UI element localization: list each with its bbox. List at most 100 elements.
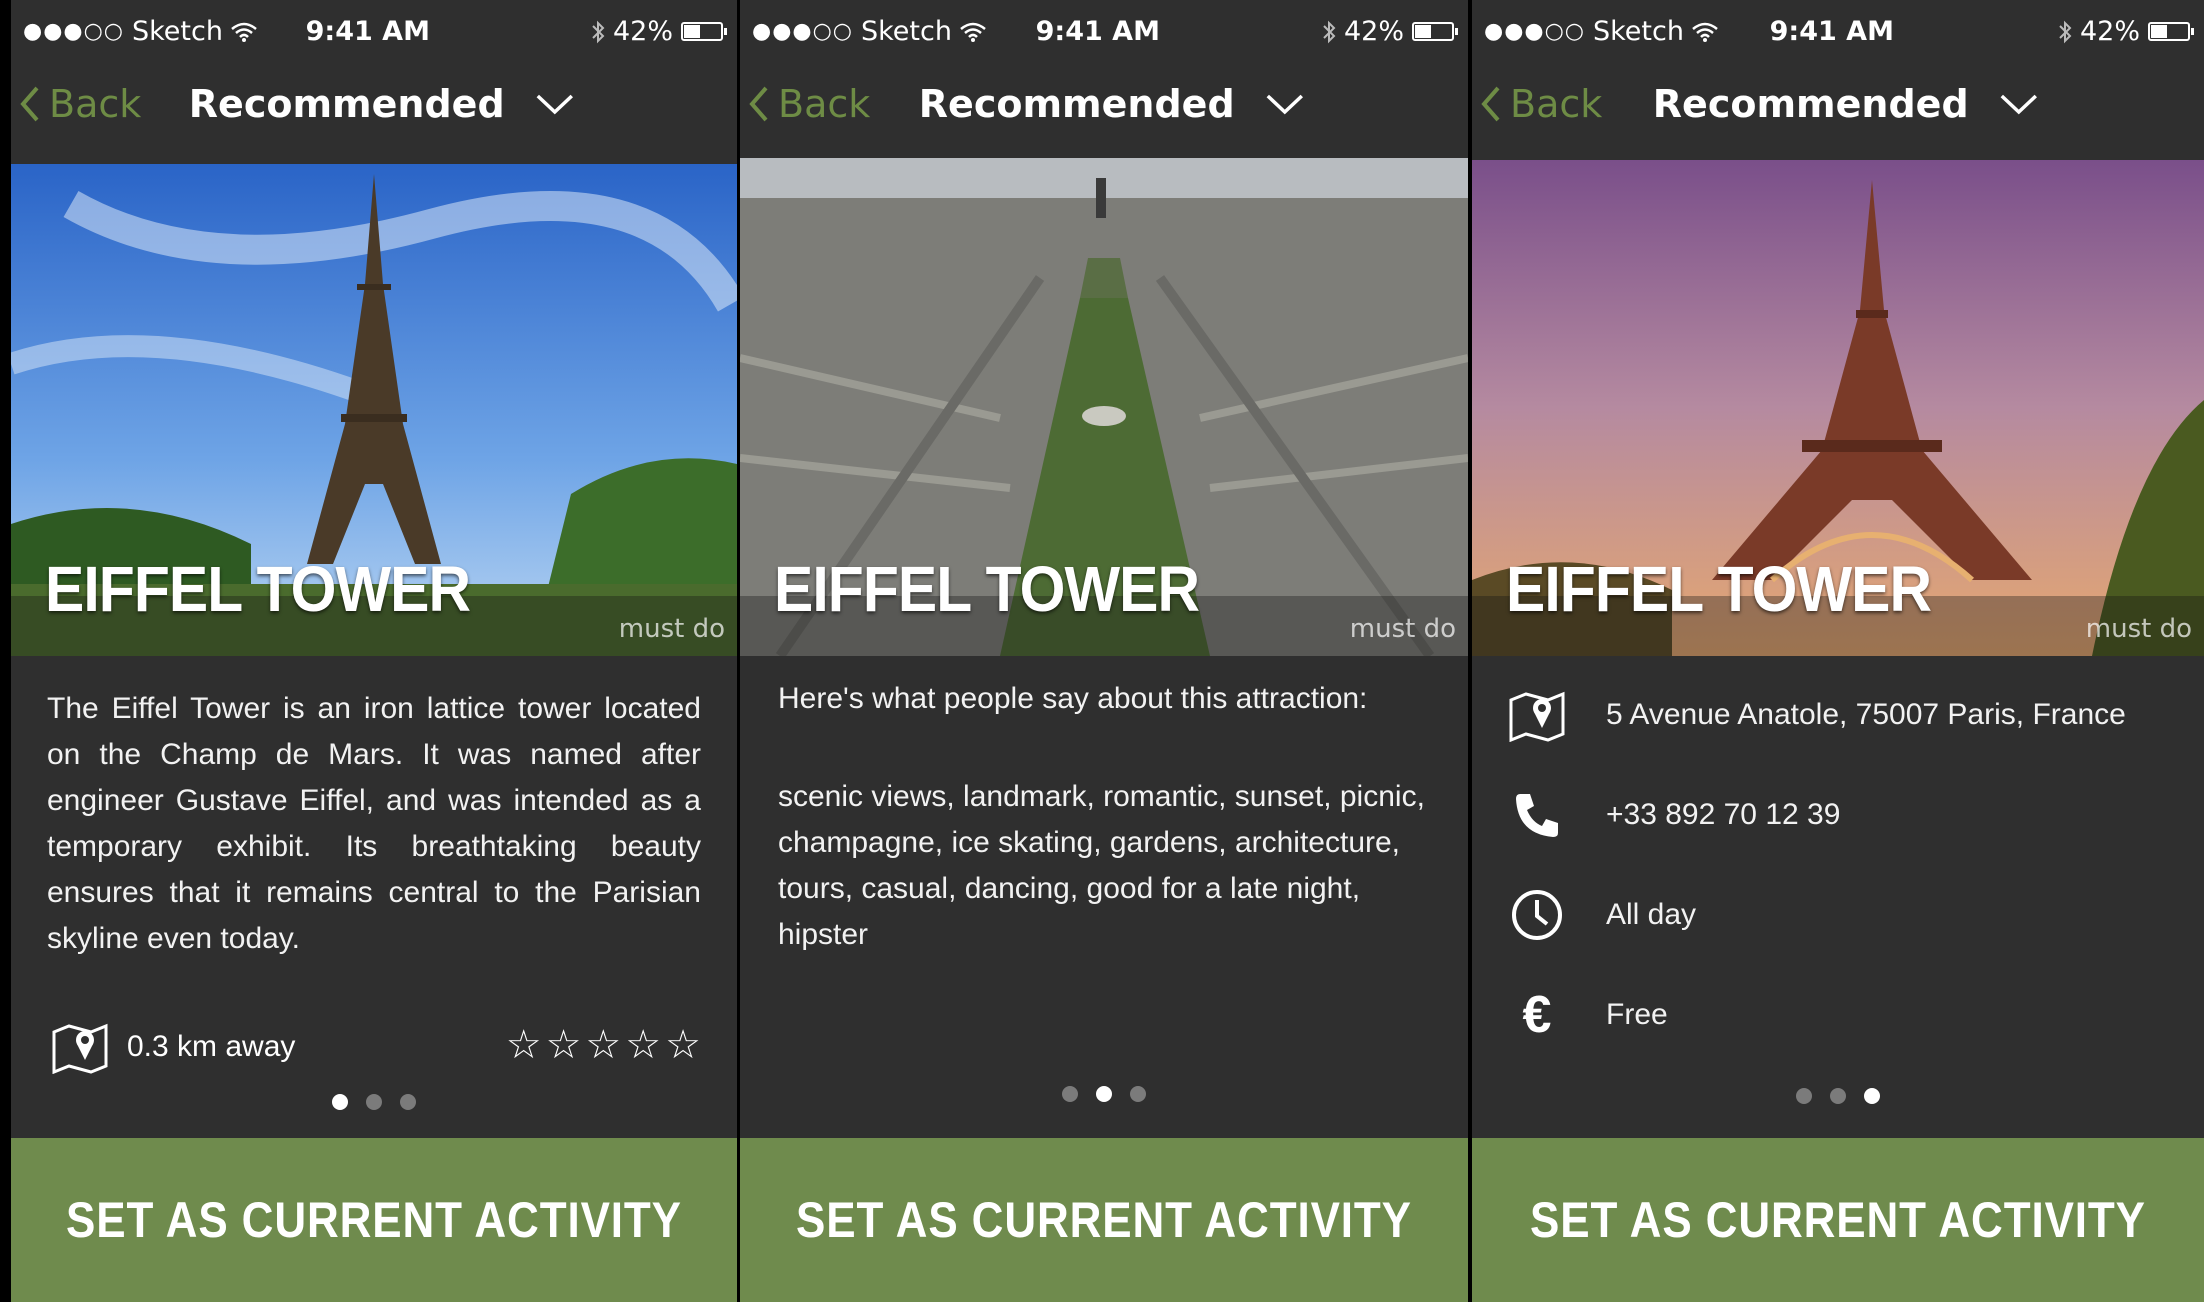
chevron-down-icon (536, 94, 573, 115)
nav-title: Recommended (1652, 82, 1969, 126)
battery-percent: 42% (1343, 16, 1404, 47)
phone-row[interactable]: +33 892 70 12 39 (1508, 786, 1840, 844)
page-dot-1[interactable] (1796, 1088, 1812, 1104)
page-dot-2[interactable] (1830, 1088, 1846, 1104)
battery-percent: 42% (612, 16, 673, 47)
battery-percent: 42% (2079, 16, 2140, 47)
carrier-label: Sketch (131, 16, 223, 47)
hero-image: EIFFEL TOWER must do (1472, 160, 2204, 656)
signal-dots: ●●●○○ (1484, 19, 1585, 44)
screen-details: ●●●○○ Sketch 9:41 AM 42% Back Recommende… (1472, 0, 2204, 1302)
hero-image: EIFFEL TOWER must do (11, 164, 737, 656)
chevron-left-icon (1481, 86, 1500, 122)
status-bar: ●●●○○ Sketch 9:41 AM 42% (11, 0, 737, 64)
hero-title: EIFFEL TOWER (1506, 553, 1932, 625)
nav-title-dropdown[interactable]: Recommended (189, 82, 575, 126)
back-label: Back (778, 82, 871, 126)
battery-icon (2148, 22, 2194, 41)
back-label: Back (1510, 82, 1603, 126)
back-button[interactable]: Back (19, 82, 141, 126)
status-bar: ●●●○○ Sketch 9:41 AM 42% (740, 0, 1468, 64)
set-current-activity-button[interactable]: SET AS CURRENT ACTIVITY (740, 1138, 1468, 1302)
bluetooth-icon (2059, 20, 2072, 43)
address-text: 5 Avenue Anatole, 75007 Paris, France (1606, 698, 2126, 731)
signal-dots: ●●●○○ (23, 19, 124, 44)
page-dot-2[interactable] (1096, 1086, 1112, 1102)
nav-title-dropdown[interactable]: Recommended (919, 82, 1305, 126)
wifi-icon (231, 22, 257, 42)
reviews-tags: scenic views, landmark, romantic, sunset… (778, 780, 1425, 951)
set-current-activity-button[interactable]: SET AS CURRENT ACTIVITY (11, 1138, 737, 1302)
nav-title: Recommended (918, 82, 1235, 126)
page-dot-3[interactable] (1130, 1086, 1146, 1102)
content-panel: 5 Avenue Anatole, 75007 Paris, France +3… (1472, 656, 2204, 1138)
back-button[interactable]: Back (1480, 82, 1602, 126)
must-do-tag: must do (1349, 614, 1456, 644)
hours-text: All day (1606, 898, 1697, 931)
page-indicator[interactable] (11, 1094, 737, 1110)
status-time: 9:41 AM (1769, 16, 1894, 47)
page-dot-2[interactable] (366, 1094, 382, 1110)
map-pin-icon (52, 1023, 108, 1074)
price-row: € Free (1508, 986, 1668, 1044)
phone-text: +33 892 70 12 39 (1606, 798, 1841, 831)
price-text: Free (1606, 998, 1668, 1031)
nav-bar: Back Recommended (11, 64, 737, 164)
status-time: 9:41 AM (305, 16, 430, 47)
description-text: The Eiffel Tower is an iron lattice towe… (47, 692, 701, 955)
back-label: Back (49, 82, 142, 126)
must-do-tag: must do (2085, 614, 2192, 644)
bluetooth-icon (592, 20, 605, 43)
chevron-down-icon (2000, 94, 2037, 115)
star-icon[interactable]: ☆ (546, 1022, 582, 1068)
phone-icon (1508, 786, 1566, 844)
address-row[interactable]: 5 Avenue Anatole, 75007 Paris, France (1508, 686, 2126, 744)
nav-bar: Back Recommended (740, 64, 1468, 164)
map-pin-icon (1508, 686, 1566, 744)
signal-dots: ●●●○○ (752, 19, 853, 44)
carrier-label: Sketch (1592, 16, 1684, 47)
page-dot-3[interactable] (400, 1094, 416, 1110)
screens-row: ●●●○○ Sketch 9:41 AM 42% Back Recommende… (0, 0, 2204, 1302)
hero-title: EIFFEL TOWER (45, 553, 471, 625)
cta-label: SET AS CURRENT ACTIVITY (1530, 1192, 2146, 1248)
must-do-tag: must do (618, 614, 725, 644)
status-time: 9:41 AM (1035, 16, 1160, 47)
reviews-intro: Here's what people say about this attrac… (778, 682, 1368, 715)
nav-title-dropdown[interactable]: Recommended (1653, 82, 2039, 126)
page-indicator[interactable] (740, 1086, 1468, 1102)
content-panel: Here's what people say about this attrac… (740, 656, 1468, 1138)
carrier-label: Sketch (860, 16, 952, 47)
star-icon[interactable]: ☆ (625, 1022, 661, 1068)
hours-row: All day (1508, 886, 1696, 944)
chevron-left-icon (20, 86, 39, 122)
cta-label: SET AS CURRENT ACTIVITY (796, 1192, 1412, 1248)
chevron-down-icon (1266, 94, 1303, 115)
page-dot-1[interactable] (1062, 1086, 1078, 1102)
star-icon[interactable]: ☆ (506, 1022, 542, 1068)
hero-title: EIFFEL TOWER (774, 553, 1200, 625)
star-icon[interactable]: ☆ (665, 1022, 701, 1068)
distance-row: 0.3 km away (51, 1020, 295, 1074)
screen-description: ●●●○○ Sketch 9:41 AM 42% Back Recommende… (11, 0, 737, 1302)
nav-bar: Back Recommended (1472, 64, 2204, 164)
content-panel: The Eiffel Tower is an iron lattice towe… (11, 656, 737, 1138)
status-bar: ●●●○○ Sketch 9:41 AM 42% (1472, 0, 2204, 64)
rating-stars[interactable]: ☆ ☆ ☆ ☆ ☆ (506, 1022, 701, 1068)
distance-label: 0.3 km away (127, 1030, 296, 1063)
page-dot-3[interactable] (1864, 1088, 1880, 1104)
battery-icon (1412, 22, 1458, 41)
back-button[interactable]: Back (748, 82, 870, 126)
clock-icon (1508, 886, 1566, 944)
wifi-icon (1692, 22, 1718, 42)
euro-icon: € (1522, 986, 1552, 1044)
battery-icon (681, 22, 727, 41)
page-dot-1[interactable] (332, 1094, 348, 1110)
set-current-activity-button[interactable]: SET AS CURRENT ACTIVITY (1472, 1138, 2204, 1302)
page-indicator[interactable] (1472, 1088, 2204, 1104)
nav-title: Recommended (188, 82, 505, 126)
bluetooth-icon (1323, 20, 1336, 43)
cta-label: SET AS CURRENT ACTIVITY (66, 1192, 682, 1248)
chevron-left-icon (749, 86, 768, 122)
star-icon[interactable]: ☆ (585, 1022, 621, 1068)
